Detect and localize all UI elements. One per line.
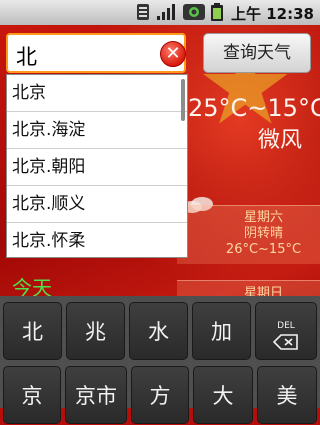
suggestion-item[interactable]: 北京.朝阳 xyxy=(7,149,187,186)
suggestion-item[interactable]: 北京 xyxy=(7,75,187,112)
wind-condition: 微风 xyxy=(258,128,303,153)
keyboard-candidate-key[interactable]: 美 xyxy=(257,366,317,424)
delete-key-label: DEL xyxy=(277,321,295,331)
delete-key[interactable]: DEL xyxy=(255,302,317,360)
suggestion-item[interactable]: 北京.顺义 xyxy=(7,186,187,223)
search-input-text: 北 xyxy=(16,45,37,69)
keyboard-candidate-key[interactable]: 京市 xyxy=(65,366,127,424)
clear-icon[interactable]: ✕ xyxy=(160,41,186,67)
storage-icon xyxy=(137,4,149,20)
status-bar: 上午 12:38 xyxy=(0,0,320,25)
keyboard-candidate-key[interactable]: 加 xyxy=(192,302,251,360)
scrollbar[interactable] xyxy=(181,79,185,121)
forecast-condition: 阴转晴 xyxy=(243,226,283,241)
keyboard-candidate-key[interactable]: 大 xyxy=(193,366,253,424)
suggestion-item[interactable]: 北京.海淀 xyxy=(7,112,187,149)
keyboard-candidate-key[interactable]: 京 xyxy=(3,366,61,424)
signal-icon xyxy=(157,4,175,20)
app-notification-icon xyxy=(183,4,205,20)
backspace-icon xyxy=(273,334,298,350)
temperature-range: 25°C~15°C xyxy=(188,94,320,122)
clock: 上午 12:38 xyxy=(231,5,314,23)
city-suggestion-list: 北京 北京.海淀 北京.朝阳 北京.顺义 北京.怀柔 xyxy=(6,74,188,258)
forecast-card: 星期六 阴转晴 26°C~15°C xyxy=(177,205,320,264)
forecast-temperature: 26°C~15°C xyxy=(225,242,302,257)
keyboard-candidate-key[interactable]: 方 xyxy=(131,366,189,424)
suggestion-item[interactable]: 北京.怀柔 xyxy=(7,223,187,257)
battery-icon xyxy=(211,3,223,21)
forecast-day: 星期六 xyxy=(243,210,283,225)
keyboard-candidate-key[interactable]: 兆 xyxy=(66,302,125,360)
keyboard-candidate-key[interactable]: 北 xyxy=(3,302,62,360)
keyboard-candidate-key[interactable]: 水 xyxy=(129,302,188,360)
city-search-input[interactable]: 北 ✕ xyxy=(6,33,186,73)
soft-keyboard: 北 兆 水 加 DEL 京 京市 方 大 美 xyxy=(0,296,320,424)
query-weather-button[interactable]: 查询天气 xyxy=(203,33,311,73)
